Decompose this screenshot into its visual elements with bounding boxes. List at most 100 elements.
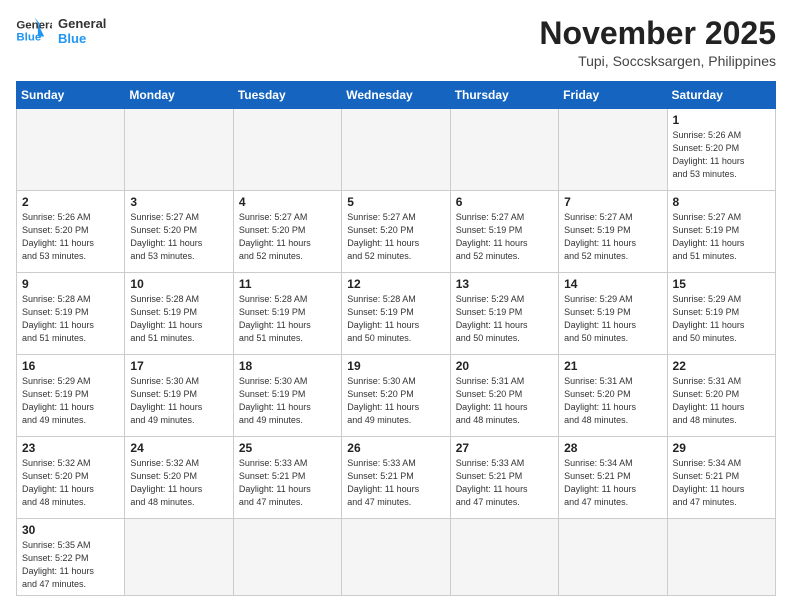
calendar-cell: 7 Sunrise: 5:27 AM Sunset: 5:19 PM Daylig… — [559, 191, 667, 273]
day-number: 14 — [564, 277, 661, 291]
day-info: Sunrise: 5:27 AM Sunset: 5:20 PM Dayligh… — [130, 211, 227, 263]
calendar-cell: 27 Sunrise: 5:33 AM Sunset: 5:21 PM Dayli… — [450, 437, 558, 519]
calendar-cell: 14Sunrise: 5:29 AM Sunset: 5:19 PM Dayli… — [559, 273, 667, 355]
day-number: 3 — [130, 195, 227, 209]
weekday-header-friday: Friday — [559, 82, 667, 109]
calendar-cell: 8 Sunrise: 5:27 AM Sunset: 5:19 PM Daylig… — [667, 191, 775, 273]
calendar-cell: 20 Sunrise: 5:31 AM Sunset: 5:20 PM Dayli… — [450, 355, 558, 437]
calendar-cell: 22 Sunrise: 5:31 AM Sunset: 5:20 PM Dayli… — [667, 355, 775, 437]
calendar-cell: 25 Sunrise: 5:33 AM Sunset: 5:21 PM Dayli… — [233, 437, 341, 519]
calendar-cell — [125, 519, 233, 596]
day-info: Sunrise: 5:33 AM Sunset: 5:21 PM Dayligh… — [456, 457, 553, 509]
day-info: Sunrise: 5:31 AM Sunset: 5:20 PM Dayligh… — [673, 375, 770, 427]
calendar-cell — [233, 519, 341, 596]
day-number: 11 — [239, 277, 336, 291]
day-info: Sunrise: 5:27 AM Sunset: 5:19 PM Dayligh… — [564, 211, 661, 263]
day-number: 18 — [239, 359, 336, 373]
svg-text:General: General — [16, 19, 52, 31]
calendar-cell — [450, 519, 558, 596]
logo-icon: General Blue — [16, 16, 52, 46]
calendar-cell — [559, 519, 667, 596]
day-number: 6 — [456, 195, 553, 209]
day-info: Sunrise: 5:29 AM Sunset: 5:19 PM Dayligh… — [22, 375, 119, 427]
calendar-cell — [559, 109, 667, 191]
day-info: Sunrise: 5:31 AM Sunset: 5:20 PM Dayligh… — [456, 375, 553, 427]
calendar-cell: 11Sunrise: 5:28 AM Sunset: 5:19 PM Dayli… — [233, 273, 341, 355]
calendar-table: SundayMondayTuesdayWednesdayThursdayFrid… — [16, 81, 776, 596]
week-row-2: 9 Sunrise: 5:28 AM Sunset: 5:19 PM Daylig… — [17, 273, 776, 355]
day-number: 10 — [130, 277, 227, 291]
weekday-header-tuesday: Tuesday — [233, 82, 341, 109]
calendar-cell: 19Sunrise: 5:30 AM Sunset: 5:20 PM Dayli… — [342, 355, 450, 437]
day-number: 5 — [347, 195, 444, 209]
weekday-header-thursday: Thursday — [450, 82, 558, 109]
day-info: Sunrise: 5:26 AM Sunset: 5:20 PM Dayligh… — [673, 129, 770, 181]
calendar-cell: 5 Sunrise: 5:27 AM Sunset: 5:20 PM Daylig… — [342, 191, 450, 273]
day-number: 4 — [239, 195, 336, 209]
weekday-header-row: SundayMondayTuesdayWednesdayThursdayFrid… — [17, 82, 776, 109]
calendar-cell: 28 Sunrise: 5:34 AM Sunset: 5:21 PM Dayli… — [559, 437, 667, 519]
day-info: Sunrise: 5:34 AM Sunset: 5:21 PM Dayligh… — [673, 457, 770, 509]
day-info: Sunrise: 5:26 AM Sunset: 5:20 PM Dayligh… — [22, 211, 119, 263]
day-info: Sunrise: 5:33 AM Sunset: 5:21 PM Dayligh… — [347, 457, 444, 509]
week-row-0: 1Sunrise: 5:26 AM Sunset: 5:20 PM Daylig… — [17, 109, 776, 191]
calendar-cell: 3 Sunrise: 5:27 AM Sunset: 5:20 PM Daylig… — [125, 191, 233, 273]
calendar-cell: 17Sunrise: 5:30 AM Sunset: 5:19 PM Dayli… — [125, 355, 233, 437]
day-info: Sunrise: 5:33 AM Sunset: 5:21 PM Dayligh… — [239, 457, 336, 509]
day-number: 9 — [22, 277, 119, 291]
calendar-cell: 9 Sunrise: 5:28 AM Sunset: 5:19 PM Daylig… — [17, 273, 125, 355]
day-info: Sunrise: 5:29 AM Sunset: 5:19 PM Dayligh… — [673, 293, 770, 345]
calendar-cell: 4Sunrise: 5:27 AM Sunset: 5:20 PM Daylig… — [233, 191, 341, 273]
calendar-cell — [17, 109, 125, 191]
day-number: 29 — [673, 441, 770, 455]
svg-text:Blue: Blue — [16, 32, 41, 44]
month-title: November 2025 — [539, 16, 776, 51]
day-number: 20 — [456, 359, 553, 373]
day-number: 22 — [673, 359, 770, 373]
day-info: Sunrise: 5:30 AM Sunset: 5:19 PM Dayligh… — [130, 375, 227, 427]
calendar-cell: 26 Sunrise: 5:33 AM Sunset: 5:21 PM Dayli… — [342, 437, 450, 519]
day-info: Sunrise: 5:32 AM Sunset: 5:20 PM Dayligh… — [22, 457, 119, 509]
day-info: Sunrise: 5:32 AM Sunset: 5:20 PM Dayligh… — [130, 457, 227, 509]
day-info: Sunrise: 5:30 AM Sunset: 5:19 PM Dayligh… — [239, 375, 336, 427]
day-number: 12 — [347, 277, 444, 291]
page-header: General Blue General Blue November 2025 … — [16, 16, 776, 69]
location: Tupi, Soccsksargen, Philippines — [539, 53, 776, 69]
day-info: Sunrise: 5:28 AM Sunset: 5:19 PM Dayligh… — [347, 293, 444, 345]
day-number: 7 — [564, 195, 661, 209]
calendar-cell — [667, 519, 775, 596]
day-number: 25 — [239, 441, 336, 455]
day-info: Sunrise: 5:27 AM Sunset: 5:20 PM Dayligh… — [347, 211, 444, 263]
day-info: Sunrise: 5:28 AM Sunset: 5:19 PM Dayligh… — [130, 293, 227, 345]
day-number: 24 — [130, 441, 227, 455]
calendar-cell: 13Sunrise: 5:29 AM Sunset: 5:19 PM Dayli… — [450, 273, 558, 355]
day-number: 28 — [564, 441, 661, 455]
calendar-cell: 2 Sunrise: 5:26 AM Sunset: 5:20 PM Daylig… — [17, 191, 125, 273]
calendar-cell: 12 Sunrise: 5:28 AM Sunset: 5:19 PM Dayli… — [342, 273, 450, 355]
calendar-cell — [342, 519, 450, 596]
day-number: 2 — [22, 195, 119, 209]
calendar-cell: 10 Sunrise: 5:28 AM Sunset: 5:19 PM Dayli… — [125, 273, 233, 355]
day-number: 16 — [22, 359, 119, 373]
week-row-1: 2 Sunrise: 5:26 AM Sunset: 5:20 PM Daylig… — [17, 191, 776, 273]
day-number: 27 — [456, 441, 553, 455]
week-row-4: 23Sunrise: 5:32 AM Sunset: 5:20 PM Dayli… — [17, 437, 776, 519]
calendar-cell: 24 Sunrise: 5:32 AM Sunset: 5:20 PM Dayli… — [125, 437, 233, 519]
calendar-cell: 21Sunrise: 5:31 AM Sunset: 5:20 PM Dayli… — [559, 355, 667, 437]
calendar-cell: 23Sunrise: 5:32 AM Sunset: 5:20 PM Dayli… — [17, 437, 125, 519]
day-number: 26 — [347, 441, 444, 455]
calendar-cell: 29 Sunrise: 5:34 AM Sunset: 5:21 PM Dayli… — [667, 437, 775, 519]
calendar-cell: 18 Sunrise: 5:30 AM Sunset: 5:19 PM Dayli… — [233, 355, 341, 437]
day-info: Sunrise: 5:31 AM Sunset: 5:20 PM Dayligh… — [564, 375, 661, 427]
weekday-header-saturday: Saturday — [667, 82, 775, 109]
day-info: Sunrise: 5:28 AM Sunset: 5:19 PM Dayligh… — [22, 293, 119, 345]
day-info: Sunrise: 5:27 AM Sunset: 5:19 PM Dayligh… — [673, 211, 770, 263]
day-info: Sunrise: 5:34 AM Sunset: 5:21 PM Dayligh… — [564, 457, 661, 509]
day-number: 30 — [22, 523, 119, 537]
weekday-header-monday: Monday — [125, 82, 233, 109]
day-number: 15 — [673, 277, 770, 291]
day-info: Sunrise: 5:29 AM Sunset: 5:19 PM Dayligh… — [456, 293, 553, 345]
day-number: 8 — [673, 195, 770, 209]
title-block: November 2025 Tupi, Soccsksargen, Philip… — [539, 16, 776, 69]
calendar-cell: 16 Sunrise: 5:29 AM Sunset: 5:19 PM Dayli… — [17, 355, 125, 437]
